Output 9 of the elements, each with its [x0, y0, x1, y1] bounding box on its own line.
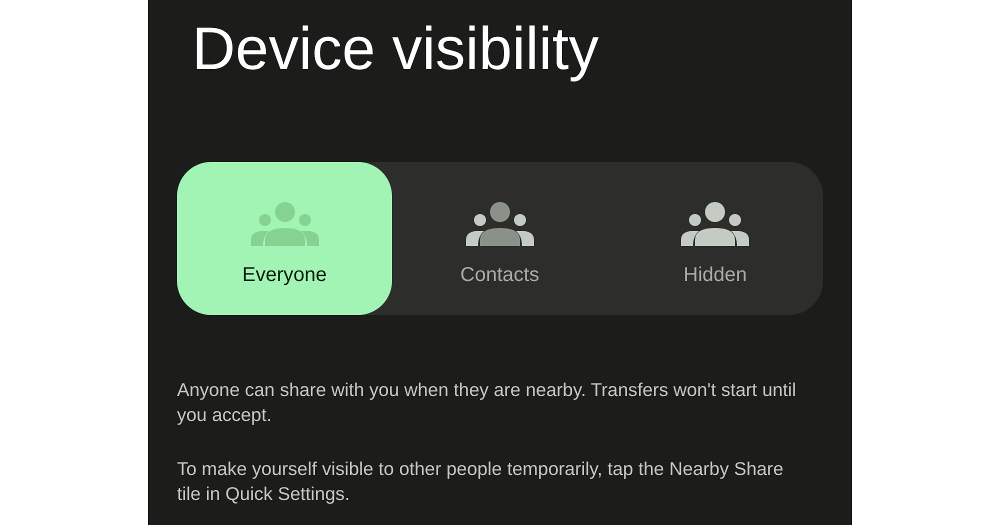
description-text: To make yourself visible to other people temporarily, tap the Nearby Share tile in Quick Settings. — [177, 457, 784, 506]
people-icon — [248, 202, 320, 246]
people-icon — [464, 202, 536, 246]
description-text: Anyone can share with you when they are nearby. Transfers won't start until you accept. — [177, 378, 798, 427]
page-title: Device visibility — [192, 14, 600, 84]
visibility-option[interactable]: Hidden — [608, 162, 823, 315]
visibility-option[interactable]: Everyone — [177, 162, 392, 315]
visibility-option[interactable]: Contacts — [392, 162, 608, 315]
people-icon — [679, 202, 752, 246]
